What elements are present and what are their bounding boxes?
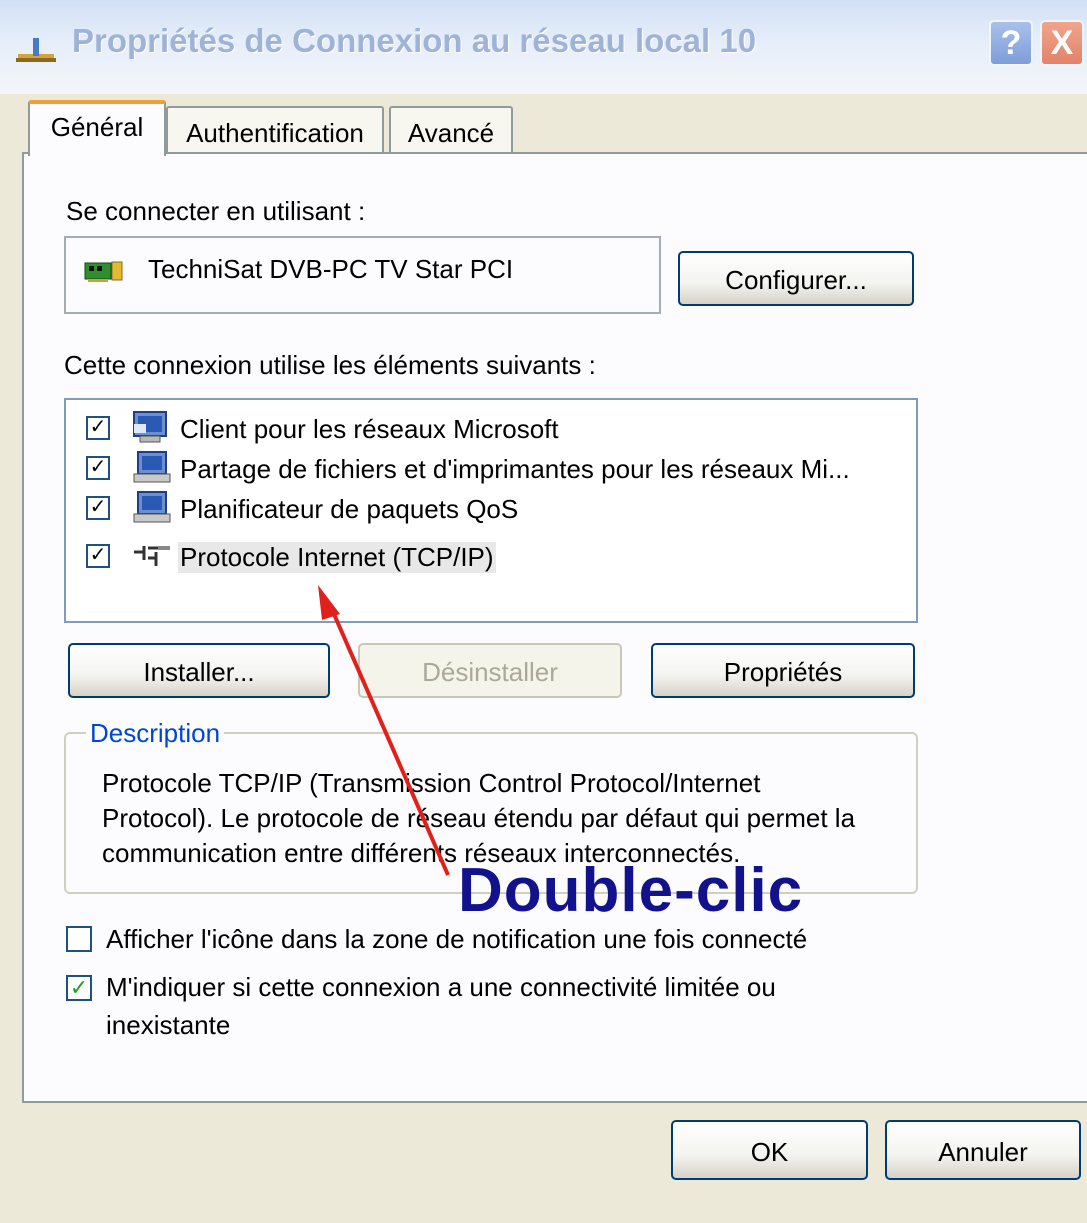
tab-general[interactable]: Général — [28, 100, 166, 156]
annotation-arrow — [318, 585, 450, 876]
double-click-annotation: Double-clic — [458, 856, 804, 925]
tab-general-label: Général — [50, 112, 144, 142]
